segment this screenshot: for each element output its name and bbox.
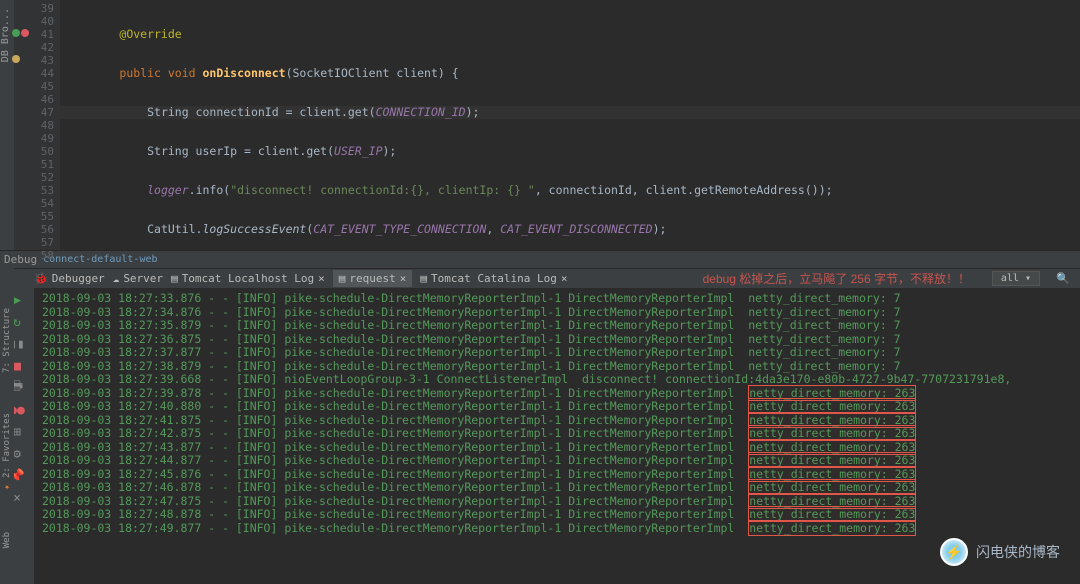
- log-line: 2018-09-03 18:27:39.878 - - [INFO] pike-…: [42, 387, 1072, 401]
- log-filter-dropdown[interactable]: all ▾: [992, 271, 1040, 286]
- line-number: 49: [14, 132, 54, 145]
- warning-icon[interactable]: [12, 55, 20, 63]
- line-number-gutter[interactable]: 39 40 41 42 43 44 45 46 47 48 49 50 51 5…: [14, 0, 60, 250]
- log-line: 2018-09-03 18:27:47.875 - - [INFO] pike-…: [42, 495, 1072, 509]
- tomcat-localhost-tab[interactable]: ▤Tomcat Localhost Log×: [171, 272, 325, 285]
- structure-tab[interactable]: 7: Structure: [2, 308, 12, 373]
- debug-tabs-bar: 🐞Debugger ☁Server ▤Tomcat Localhost Log×…: [0, 268, 1080, 288]
- log-line: 2018-09-03 18:27:38.879 - - [INFO] pike-…: [42, 360, 1072, 374]
- screenshot-annotation: debug 松掉之后，立马飚了 256 字节，不释放！！: [703, 270, 970, 287]
- tomcat-catalina-tab[interactable]: ▤Tomcat Catalina Log×: [420, 272, 567, 285]
- line-number: 52: [14, 171, 54, 184]
- close-icon[interactable]: ×: [400, 272, 407, 285]
- bug-icon: 🐞: [34, 272, 48, 285]
- log-line: 2018-09-03 18:27:43.877 - - [INFO] pike-…: [42, 441, 1072, 455]
- code-content[interactable]: @Override public void onDisconnect(Socke…: [60, 0, 1080, 250]
- log-line: 2018-09-03 18:27:39.668 - - [INFO] nioEv…: [42, 373, 1072, 387]
- bottom-left-tool-sidebar: 7: Structure ★2: Favorites Web: [0, 268, 14, 584]
- breakpoint-icon[interactable]: [21, 29, 29, 37]
- web-tab[interactable]: Web: [2, 532, 12, 548]
- log-line: 2018-09-03 18:27:33.876 - - [INFO] pike-…: [42, 292, 1072, 306]
- line-number: 43: [14, 54, 54, 67]
- line-number: 45: [14, 80, 54, 93]
- log-line: 2018-09-03 18:27:48.878 - - [INFO] pike-…: [42, 508, 1072, 522]
- log-line: 2018-09-03 18:27:37.877 - - [INFO] pike-…: [42, 346, 1072, 360]
- line-number: 40: [14, 15, 54, 28]
- line-number: 53: [14, 184, 54, 197]
- log-icon: ▤: [339, 272, 346, 285]
- close-icon[interactable]: ×: [318, 272, 325, 285]
- watermark-text: 闪电侠的博客: [976, 542, 1060, 562]
- favorites-tab[interactable]: ★2: Favorites: [2, 413, 12, 492]
- log-line: 2018-09-03 18:27:45.876 - - [INFO] pike-…: [42, 468, 1072, 482]
- line-number: 55: [14, 210, 54, 223]
- line-number: 51: [14, 158, 54, 171]
- log-line: 2018-09-03 18:27:40.880 - - [INFO] pike-…: [42, 400, 1072, 414]
- server-tab[interactable]: ☁Server: [113, 272, 163, 285]
- close-icon[interactable]: ×: [561, 272, 568, 285]
- console-pane: ▶ ↻ ▮▮ ■ 🖶 ●● ⊞ ⚙ 📌 × 2018-09-03 18:27:3…: [0, 288, 1080, 584]
- line-number: 39: [14, 2, 54, 15]
- left-tool-sidebar[interactable]: DB Bro...: [0, 0, 14, 250]
- wechat-avatar-icon: ⚡: [940, 538, 968, 566]
- line-number: 58: [14, 249, 54, 262]
- debug-config-name[interactable]: connect-default-web: [43, 254, 157, 265]
- log-line: 2018-09-03 18:27:34.876 - - [INFO] pike-…: [42, 306, 1072, 320]
- annotation: @Override: [119, 27, 181, 41]
- line-number: 57: [14, 236, 54, 249]
- log-line: 2018-09-03 18:27:42.875 - - [INFO] pike-…: [42, 427, 1072, 441]
- code-editor-pane: DB Bro... 39 40 41 42 43 44 45 46 47 48 …: [0, 0, 1080, 250]
- server-icon: ☁: [113, 272, 120, 285]
- line-number: 50: [14, 145, 54, 158]
- watermark: ⚡ 闪电侠的博客: [940, 538, 1060, 566]
- line-number: 54: [14, 197, 54, 210]
- console-output[interactable]: 2018-09-03 18:27:33.876 - - [INFO] pike-…: [34, 288, 1080, 584]
- log-line: 2018-09-03 18:27:49.877 - - [INFO] pike-…: [42, 522, 1072, 536]
- log-icon: ▤: [420, 272, 427, 285]
- line-number: 46: [14, 93, 54, 106]
- line-number: 56: [14, 223, 54, 236]
- log-line: 2018-09-03 18:27:35.879 - - [INFO] pike-…: [42, 319, 1072, 333]
- override-icon[interactable]: [12, 29, 20, 37]
- log-icon: ▤: [171, 272, 178, 285]
- debug-session-bar: Debug connect-default-web: [0, 250, 1080, 268]
- line-number: 47: [14, 106, 54, 119]
- log-line: 2018-09-03 18:27:46.878 - - [INFO] pike-…: [42, 481, 1072, 495]
- log-line: 2018-09-03 18:27:44.877 - - [INFO] pike-…: [42, 454, 1072, 468]
- debugger-tab[interactable]: 🐞Debugger: [34, 272, 105, 285]
- line-number: 41: [14, 28, 54, 41]
- search-icon[interactable]: 🔍: [1052, 272, 1074, 285]
- line-number: 48: [14, 119, 54, 132]
- highlighted-memory-value: netty_direct_memory: 263: [748, 520, 916, 536]
- log-line: 2018-09-03 18:27:36.875 - - [INFO] pike-…: [42, 333, 1072, 347]
- line-number: 42: [14, 41, 54, 54]
- db-browser-tab[interactable]: DB Bro...: [0, 8, 11, 62]
- request-tab[interactable]: ▤request×: [333, 270, 413, 287]
- log-line: 2018-09-03 18:27:41.875 - - [INFO] pike-…: [42, 414, 1072, 428]
- line-number: 44: [14, 67, 54, 80]
